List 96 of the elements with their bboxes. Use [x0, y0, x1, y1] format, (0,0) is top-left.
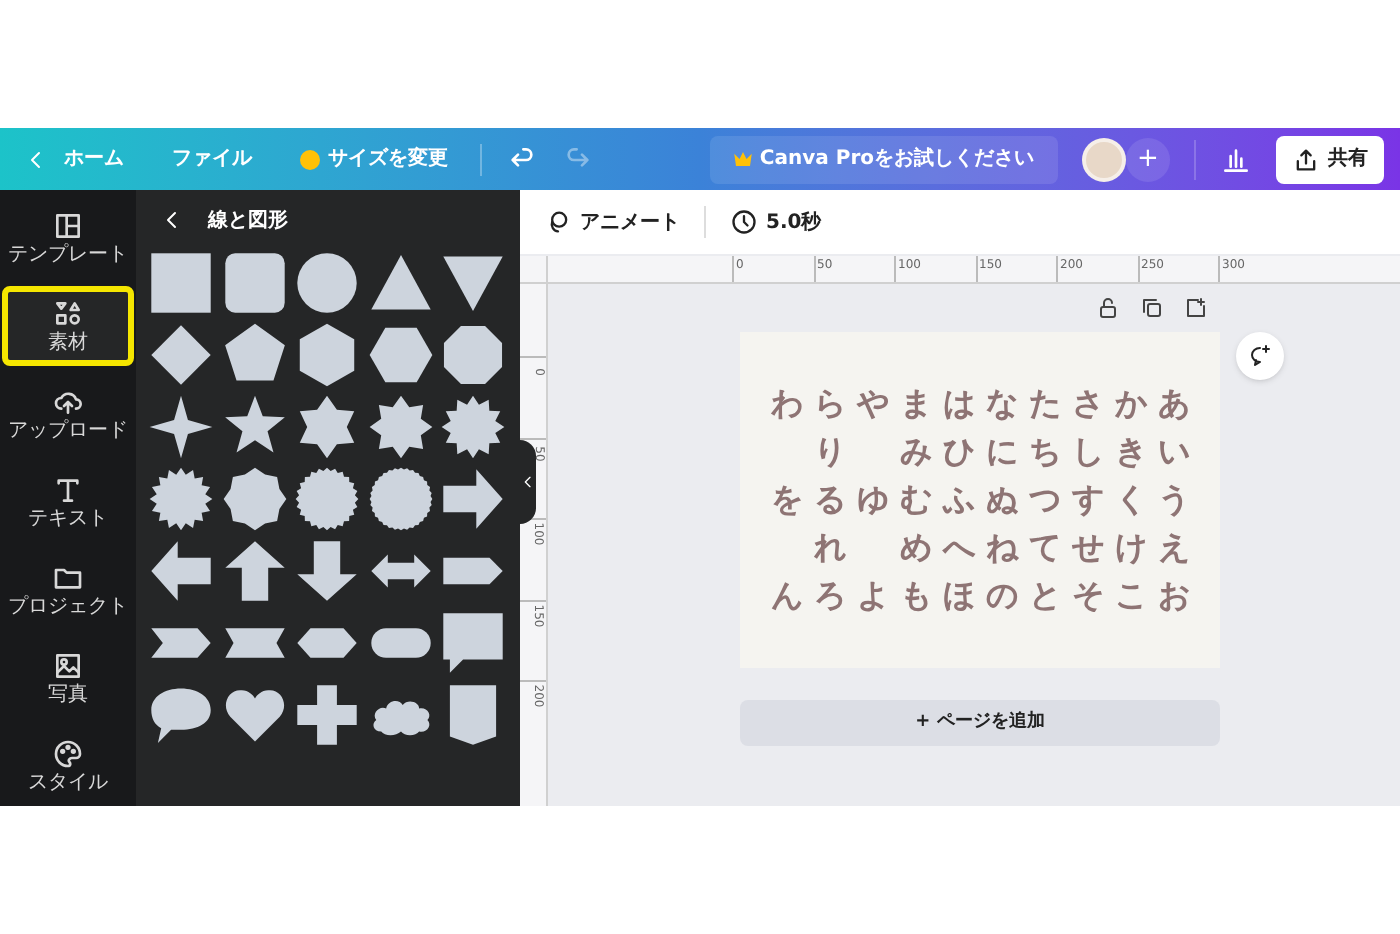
burst-shape[interactable]	[148, 466, 214, 532]
animate-button[interactable]: アニメート	[544, 207, 680, 237]
hiragana-text: の	[983, 576, 1020, 616]
cross-shape[interactable]	[294, 682, 361, 748]
hiragana-text: す	[1069, 480, 1106, 520]
hiragana-text: て	[1026, 528, 1063, 568]
clock-icon[interactable]	[730, 208, 758, 236]
text-icon	[52, 474, 84, 506]
speech-bubble-shape[interactable]	[440, 610, 507, 676]
chevron-left-icon[interactable]	[520, 474, 536, 490]
add-comment-button[interactable]	[1236, 332, 1284, 380]
down-arrow-shape[interactable]	[294, 538, 361, 604]
rounded-square-shape[interactable]	[221, 250, 288, 316]
hiragana-text: り	[811, 432, 848, 472]
hiragana-text: れ	[811, 528, 848, 568]
hiragana-text: ゆ	[854, 480, 891, 520]
add-page-icon[interactable]	[1184, 296, 1208, 320]
hiragana-text: へ	[940, 528, 977, 568]
add-member-button[interactable]: +	[1126, 137, 1170, 181]
hiragana-text: ん	[768, 576, 805, 616]
duplicate-icon[interactable]	[1140, 296, 1164, 320]
sidebar-item[interactable]: プロジェクト	[2, 550, 134, 630]
hiragana-text: を	[768, 480, 805, 520]
hiragana-text: し	[1069, 432, 1106, 472]
hiragana-text: か	[1112, 384, 1149, 424]
hiragana-text: く	[1112, 480, 1149, 520]
up-arrow-shape[interactable]	[221, 538, 288, 604]
hiragana-text: ひ	[940, 432, 977, 472]
hiragana-text: ま	[897, 384, 934, 424]
hiragana-text: ち	[1026, 432, 1063, 472]
panel-title: 線と図形	[208, 207, 288, 235]
hiragana-text: つ	[1026, 480, 1063, 520]
hiragana-text: お	[1155, 576, 1192, 616]
hiragana-text: せ	[1069, 528, 1106, 568]
image-icon	[52, 650, 84, 682]
hiragana-text: ふ	[940, 480, 977, 520]
shapes-icon	[52, 298, 84, 330]
hiragana-text: み	[897, 432, 934, 472]
share-icon[interactable]	[1292, 145, 1320, 173]
hiragana-text: ら	[811, 384, 848, 424]
hiragana-text: む	[897, 480, 934, 520]
add-page-button[interactable]: + ページを追加	[740, 700, 1220, 746]
hiragana-text: め	[897, 528, 934, 568]
duration-button[interactable]: 5.0秒	[730, 207, 822, 237]
hexagon-shape[interactable]	[367, 322, 434, 388]
sidebar-item[interactable]: テンプレート	[2, 198, 134, 278]
hiragana-text: ね	[983, 528, 1021, 568]
hiragana-text: さ	[1069, 384, 1106, 424]
hiragana-text: に	[983, 432, 1020, 472]
scalloped-shape[interactable]	[221, 466, 288, 532]
burst-shape[interactable]	[440, 394, 507, 460]
hiragana-text: た	[1026, 384, 1063, 424]
avatar[interactable]	[1082, 137, 1126, 181]
hiragana-text: ろ	[811, 576, 848, 616]
sidebar-item[interactable]: スタイル	[2, 726, 134, 806]
left-arrow-shape[interactable]	[148, 538, 214, 604]
seal-shape[interactable]	[367, 466, 434, 532]
hiragana-text: も	[897, 576, 934, 616]
sidebar-item[interactable]: アップロード	[2, 374, 134, 454]
hiragana-text: そ	[1069, 576, 1106, 616]
hiragana-text: ぬ	[983, 480, 1020, 520]
share-button[interactable]: 共有	[1276, 135, 1384, 183]
hiragana-text: る	[811, 480, 848, 520]
hiragana-text: け	[1112, 528, 1149, 568]
palette-icon	[52, 738, 84, 770]
circle-shape[interactable]	[294, 250, 361, 316]
square-shape[interactable]	[148, 250, 214, 316]
hiragana-text: こ	[1112, 576, 1149, 616]
lock-icon[interactable]	[1096, 296, 1120, 320]
collapse-handle[interactable]	[520, 440, 536, 524]
sidebar-item[interactable]: テキスト	[2, 462, 134, 542]
try-pro-button[interactable]: Canva Proをお試しください	[709, 135, 1058, 183]
layout-icon	[52, 210, 84, 242]
hiragana-text: い	[1155, 432, 1192, 472]
right-arrow-shape[interactable]	[440, 466, 507, 532]
eight-point-star-shape[interactable]	[367, 394, 434, 460]
bar-chart-icon[interactable]	[1220, 143, 1252, 175]
cloud-upload-icon	[52, 386, 84, 418]
hiragana-text: や	[854, 384, 891, 424]
hiragana-text: は	[940, 384, 977, 424]
octagon-shape[interactable]	[440, 322, 507, 388]
four-point-star-shape[interactable]	[148, 394, 214, 460]
hiragana-text: わ	[768, 384, 805, 424]
hiragana-text: え	[1155, 528, 1192, 568]
diamond-shape[interactable]	[148, 322, 214, 388]
hiragana-text: う	[1155, 480, 1192, 520]
sidebar-item[interactable]: 素材	[2, 286, 134, 366]
hiragana-text: よ	[854, 576, 891, 616]
hiragana-text: な	[983, 384, 1020, 424]
comment-plus-icon	[1248, 344, 1272, 368]
hiragana-text: と	[1026, 576, 1063, 616]
hiragana-text: き	[1112, 432, 1149, 472]
hiragana-text: あ	[1155, 384, 1192, 424]
seal-shape[interactable]	[294, 466, 361, 532]
hiragana-text: ほ	[940, 576, 977, 616]
sidebar-item[interactable]: 写真	[2, 638, 134, 718]
